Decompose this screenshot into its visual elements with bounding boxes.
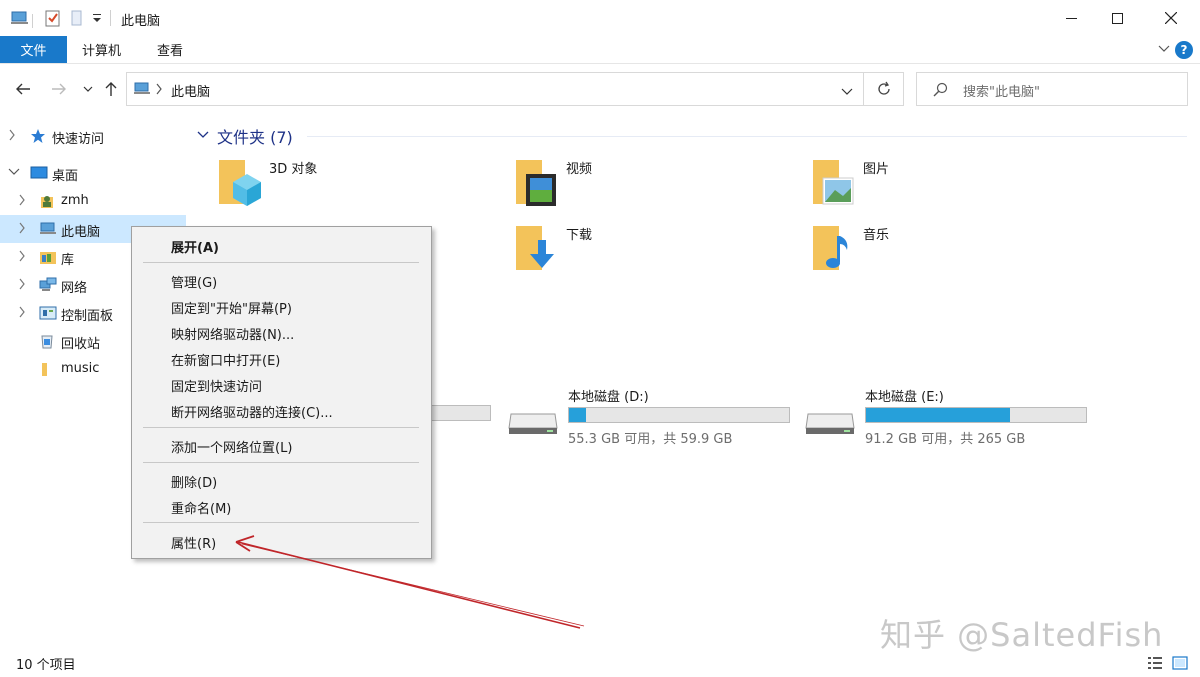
details-view-icon[interactable]: [1147, 656, 1163, 674]
annotation-arrow: [235, 535, 585, 629]
item-count: 10 个项目: [16, 658, 76, 673]
watermark: 知乎 @SaltedFish: [880, 616, 1164, 654]
large-icons-view-icon[interactable]: [1172, 656, 1188, 674]
